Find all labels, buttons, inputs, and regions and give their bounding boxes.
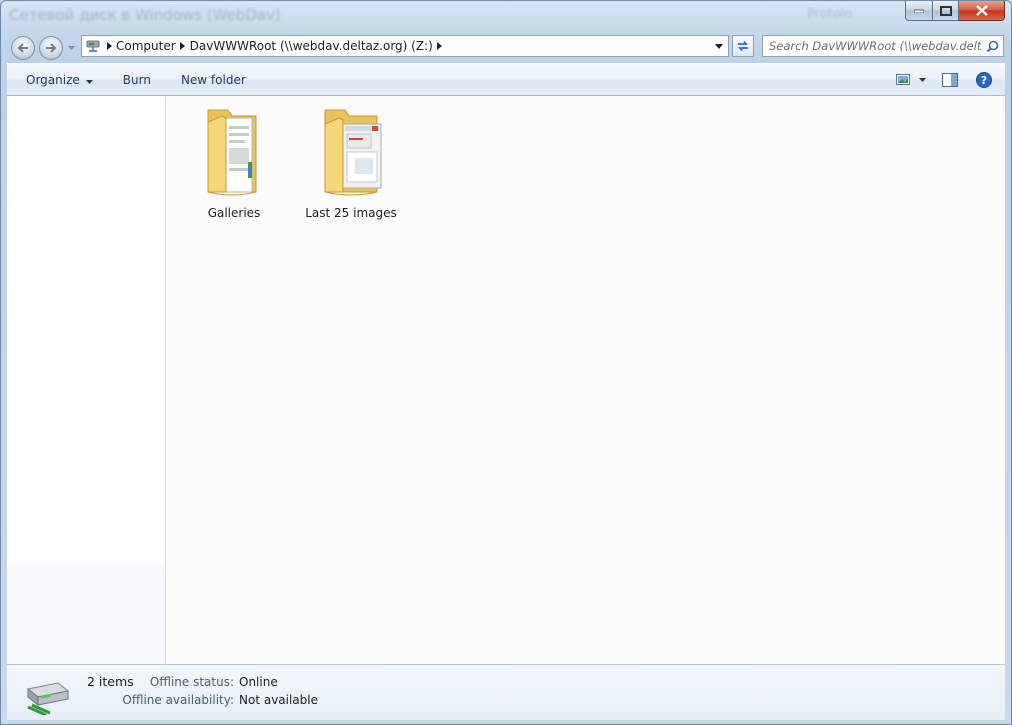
chevron-down-icon <box>85 79 93 84</box>
offline-status-label: Offline status: <box>149 675 234 689</box>
command-bar: Organize Burn New folder ? <box>7 63 1005 96</box>
preview-pane-icon <box>942 73 958 87</box>
breadcrumb-separator[interactable] <box>102 42 116 50</box>
window-title: Сетевой диск в Windows (WebDav) <box>9 6 281 24</box>
address-history-dropdown[interactable] <box>709 35 729 57</box>
chevron-right-icon <box>106 42 112 50</box>
breadcrumb-drive[interactable]: DavWWWRoot (\\webdav.deltaz.org) (Z:) <box>190 39 433 53</box>
breadcrumb-separator[interactable] <box>176 42 190 50</box>
chevron-down-icon <box>919 78 926 82</box>
background-window-text: Protolo <box>807 7 853 22</box>
detail-labels: Offline status: Offline availability: <box>122 675 234 711</box>
search-input[interactable] <box>763 36 981 56</box>
forward-icon <box>46 43 57 53</box>
chevron-down-icon <box>715 43 723 49</box>
folder-icon <box>207 109 257 196</box>
back-button[interactable] <box>11 36 35 60</box>
svg-text:?: ? <box>981 74 987 87</box>
folder-icon <box>324 109 382 196</box>
change-view-button[interactable] <box>891 68 931 92</box>
drive-icon <box>26 682 70 715</box>
offline-availability-label: Offline availability: <box>122 693 234 707</box>
folder-label: Last 25 images <box>305 206 397 220</box>
view-controls: ? <box>891 68 999 92</box>
organize-dropdown-arrow <box>85 73 93 87</box>
navigation-bar: Computer DavWWWRoot (\\webdav.deltaz.org… <box>1 31 1011 63</box>
search-box[interactable] <box>762 35 1004 57</box>
minimize-icon <box>914 9 924 13</box>
offline-availability-value: Not available <box>239 693 319 707</box>
file-list[interactable]: Galleries Last 25 images <box>167 96 1005 664</box>
help-icon: ? <box>976 72 992 88</box>
new-folder-button[interactable]: New folder <box>170 67 257 93</box>
content-area: Galleries Last 25 images <box>7 96 1005 664</box>
minimize-button[interactable] <box>905 1 933 21</box>
network-drive-icon <box>86 40 100 52</box>
navigation-pane[interactable] <box>7 96 166 664</box>
burn-button[interactable]: Burn <box>112 67 162 93</box>
back-icon <box>17 43 28 53</box>
help-button[interactable]: ? <box>969 68 999 92</box>
explorer-window: Сетевой диск в Windows (WebDav) Protolo <box>0 0 1012 725</box>
chevron-down-icon <box>67 45 75 50</box>
maximize-icon <box>939 5 952 16</box>
refresh-icon <box>738 40 748 52</box>
caption-buttons <box>905 1 1005 21</box>
search-icon <box>986 40 998 52</box>
close-icon <box>975 5 988 16</box>
folder-label: Galleries <box>207 206 261 220</box>
address-bar[interactable]: Computer DavWWWRoot (\\webdav.deltaz.org… <box>81 35 729 57</box>
folder-item-galleries[interactable]: Galleries <box>184 102 284 220</box>
breadcrumb-computer[interactable]: Computer <box>116 39 176 53</box>
folder-item-last-25-images[interactable]: Last 25 images <box>301 102 401 220</box>
forward-button[interactable] <box>39 36 63 60</box>
search-button[interactable] <box>981 36 1003 56</box>
breadcrumb-separator[interactable] <box>433 42 447 50</box>
refresh-button[interactable] <box>732 35 754 57</box>
offline-status-value: Online <box>239 675 278 689</box>
maximize-button[interactable] <box>933 1 959 21</box>
details-pane: 2 items Offline status: Offline availabi… <box>7 664 1005 720</box>
organize-label: Organize <box>26 72 80 87</box>
recent-pages-button[interactable] <box>66 43 76 53</box>
chevron-right-icon <box>437 42 443 50</box>
preview-pane-button[interactable] <box>935 68 965 92</box>
chevron-right-icon <box>180 42 186 50</box>
organize-button[interactable]: Organize <box>15 67 104 93</box>
detail-values: Online Not available <box>239 675 318 711</box>
title-bar[interactable]: Сетевой диск в Windows (WebDav) Protolo <box>1 1 1011 31</box>
change-view-icon <box>896 74 910 85</box>
close-button[interactable] <box>959 1 1005 21</box>
